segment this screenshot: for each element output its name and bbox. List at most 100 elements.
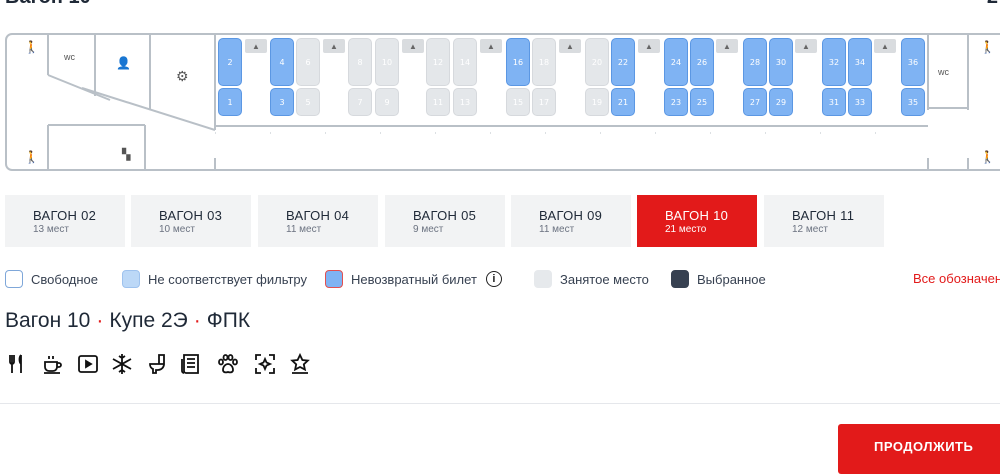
carrier: ФПК [206,309,251,332]
legend-swatch [122,270,140,288]
car-title: Вагон 10 [5,0,91,9]
car-scheme: 🚶 🚶 wc 👤 ⚙ ▚ wc 🚶 🚶 2 4 6 8 10 12 14 16 18 20 22 24… [0,30,1000,176]
all-legend-link[interactable]: Все обозначения [913,271,1000,286]
seat: 6 [296,38,320,86]
seat[interactable]: 35 [901,88,925,116]
seat[interactable]: 4 [270,38,294,86]
continue-button[interactable]: ПРОДОЛЖИТЬ [838,424,1000,474]
car-tab-label: ВАГОН 03 [159,208,223,223]
scan-icon [253,352,277,376]
divider [0,403,1000,404]
seat: 17 [532,88,556,116]
seat: 19 [585,88,609,116]
seat[interactable]: 30 [769,38,793,86]
seat[interactable]: 2 [218,38,242,86]
coffee-icon [41,352,65,376]
table-icon: ▲ [480,39,502,53]
info-icon[interactable]: i [485,271,502,287]
seat: 13 [453,88,477,116]
seat: 11 [426,88,450,116]
seat[interactable]: 28 [743,38,767,86]
table-icon: ▲ [559,39,581,53]
table-icon: ▲ [874,39,896,53]
table-icon: ▲ [638,39,660,53]
car-tab[interactable]: ВАГОН 09 11 мест [511,195,631,247]
wc-label: wc [938,67,949,77]
seat: 7 [348,88,372,116]
table-icon: ▲ [245,39,267,53]
seat[interactable]: 16 [506,38,530,86]
car-class: Купе 2Э [109,309,188,332]
legend-label: Выбранное [697,271,766,287]
car-tab[interactable]: ВАГОН 10 21 место [637,195,757,247]
car-tab-label: ВАГОН 11 [792,208,855,223]
exit-icon: 🚶 [980,150,995,164]
car-number: Вагон 10 [5,309,91,332]
seat[interactable]: 26 [690,38,714,86]
car-tab-seats: 13 мест [33,224,69,235]
exit-door-icon: ▚ [122,149,131,161]
legend-label: Занятое место [560,271,649,287]
conductor-icon: 👤 [116,56,131,70]
table-icon: ▲ [716,39,738,53]
newspaper-icon [179,352,203,376]
seat: 14 [453,38,477,86]
seat[interactable]: 36 [901,38,925,86]
car-tab[interactable]: ВАГОН 04 11 мест [258,195,378,247]
car-title-right: 2 [987,0,998,9]
seat: 8 [348,38,372,86]
snowflake-icon [110,352,134,376]
legend-taken: Занятое место [534,268,649,290]
seat: 18 [532,38,556,86]
wc-label: wc [64,52,75,62]
car-tab-label: ВАГОН 10 [665,208,729,223]
legend-label: Свободное [31,271,98,287]
legend-filter: Не соответствует фильтру [122,268,307,290]
toilet-icon [145,352,169,376]
seat: 15 [506,88,530,116]
seat[interactable]: 34 [848,38,872,86]
car-tab[interactable]: ВАГОН 02 13 мест [5,195,125,247]
car-tab[interactable]: ВАГОН 11 12 мест [764,195,884,247]
seat: 20 [585,38,609,86]
table-icon: ▲ [795,39,817,53]
seat: 5 [296,88,320,116]
seat[interactable]: 31 [822,88,846,116]
table-icon: ▲ [402,39,424,53]
video-icon [76,352,100,376]
car-tab-seats: 21 место [665,224,707,235]
seat[interactable]: 24 [664,38,688,86]
car-tab-label: ВАГОН 05 [413,208,477,223]
seat[interactable]: 27 [743,88,767,116]
seat[interactable]: 29 [769,88,793,116]
seat[interactable]: 33 [848,88,872,116]
legend-selected: Выбранное [671,268,766,290]
seat[interactable]: 21 [611,88,635,116]
car-tab-seats: 11 мест [539,224,575,235]
car-tab-seats: 9 мест [413,224,444,235]
seat[interactable]: 3 [270,88,294,116]
seat[interactable]: 32 [822,38,846,86]
car-tab-label: ВАГОН 02 [33,208,97,223]
seat: 12 [426,38,450,86]
table-icon: ▲ [323,39,345,53]
seat[interactable]: 1 [218,88,242,116]
car-tab-seats: 11 мест [286,224,322,235]
paw-icon [216,352,240,376]
seat[interactable]: 23 [664,88,688,116]
car-tab-label: ВАГОН 09 [539,208,603,223]
car-tab[interactable]: ВАГОН 03 10 мест [131,195,251,247]
seat[interactable]: 22 [611,38,635,86]
car-tab-seats: 12 мест [792,224,828,235]
legend-swatch [671,270,689,288]
separator: · [193,309,201,332]
legend-label: Не соответствует фильтру [148,271,308,287]
car-tab[interactable]: ВАГОН 05 9 мест [385,195,505,247]
car-info: Вагон 10 · Купе 2Э · ФПК [5,309,250,333]
exit-icon: 🚶 [24,40,39,54]
legend-free: Свободное [5,268,98,290]
legend-swatch [325,270,343,288]
star-icon [288,352,312,376]
seat[interactable]: 25 [690,88,714,116]
gear-icon: ⚙ [176,68,189,84]
